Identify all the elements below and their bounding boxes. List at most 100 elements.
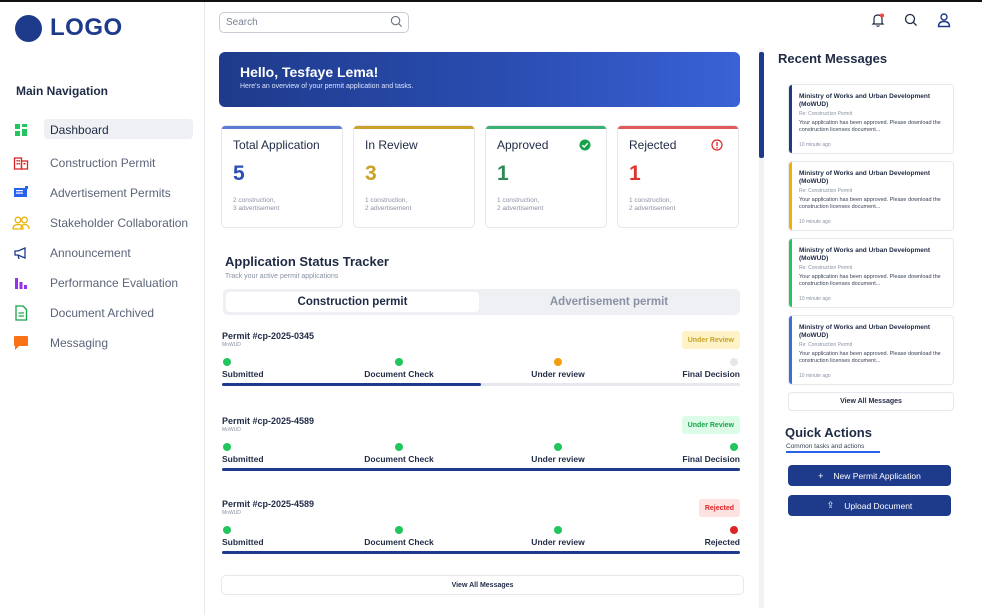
stat-card-title: Approved <box>497 138 549 152</box>
step-label: Final Decision <box>682 369 740 379</box>
message-time: 10 minute ago <box>799 296 831 302</box>
sidebar-item-performance-evaluation[interactable]: Performance Evaluation <box>12 273 194 293</box>
stat-card-value: 1 <box>629 162 641 185</box>
message-time: 10 minute ago <box>799 219 831 225</box>
stat-card-breakdown-line-1: 1 construction, <box>365 197 408 204</box>
message-accent <box>789 85 792 153</box>
quick-actions-subtitle: Common tasks and actions <box>786 443 865 450</box>
sidebar-item-label: Dashboard <box>50 123 109 137</box>
stat-card-breakdown-line-1: 1 construction, <box>629 197 672 204</box>
document-icon <box>12 304 30 322</box>
step-dot <box>395 443 403 451</box>
search-input[interactable]: Search <box>219 12 409 33</box>
step-dot <box>730 443 738 451</box>
upload-document-button[interactable]: ⇪ Upload Document <box>788 495 951 516</box>
stat-card-value: 5 <box>233 162 245 185</box>
step-label: Final Decision <box>682 454 740 464</box>
message-sender: Ministry of Works and Urban Development … <box>799 93 930 108</box>
user-icon[interactable] <box>936 12 952 28</box>
scrollbar-thumb[interactable] <box>759 52 764 158</box>
tracker-subtitle: Track your active permit applications <box>225 273 339 280</box>
recent-messages-title: Recent Messages <box>778 51 888 66</box>
search-icon[interactable] <box>390 15 403 33</box>
progress-fill <box>222 551 740 554</box>
message-card[interactable]: Ministry of Works and Urban Development … <box>788 315 954 385</box>
step-label: Under review <box>531 369 585 379</box>
stat-card-breakdown-line-2: 2 advertisement <box>497 205 544 212</box>
quick-actions-underline <box>786 451 880 453</box>
step-dot <box>223 358 231 366</box>
new-permit-application-label: New Permit Application <box>833 470 921 481</box>
step-label: Document Check <box>364 454 434 464</box>
building-icon <box>12 154 30 172</box>
stat-card-breakdown: 1 construction, 2 advertisement <box>365 197 465 213</box>
progress-fill <box>222 383 481 386</box>
step-label: Under review <box>531 454 585 464</box>
stat-card-title: Total Application <box>233 138 320 152</box>
nav-title: Main Navigation <box>16 84 109 98</box>
stat-card-total-application[interactable]: Total Application 5 2 construction, 3 adv… <box>221 125 343 228</box>
tab-advertisement-permit[interactable]: Advertisement permit <box>481 292 737 312</box>
step-label: Submitted <box>222 454 264 464</box>
tab-construction-permit[interactable]: Construction permit <box>226 292 479 312</box>
megaphone-icon <box>12 244 30 262</box>
stat-card-value: 1 <box>497 162 509 185</box>
sidebar-item-document-archived[interactable]: Document Archived <box>12 303 194 323</box>
stat-card-in-review[interactable]: In Review 3 1 construction, 2 advertiseme… <box>353 125 475 228</box>
stat-card-title: Rejected <box>629 138 677 152</box>
check-circle-icon <box>579 138 591 156</box>
step-dot <box>223 526 231 534</box>
step-dot <box>395 526 403 534</box>
stat-card-breakdown: 2 construction, 3 advertisement <box>233 197 333 213</box>
header-search-icon[interactable] <box>903 12 919 28</box>
message-body: Your application has been approved. Plea… <box>799 274 941 287</box>
permit-id: Permit #cp-2025-4589 <box>222 499 315 509</box>
permit-tracker-row[interactable]: Permit #cp-2025-4589 MoWUD Under Review S… <box>222 416 740 478</box>
message-body: Your application has been approved. Plea… <box>799 197 941 210</box>
message-card[interactable]: Ministry of Works and Urban Development … <box>788 161 954 231</box>
sidebar-item-announcement[interactable]: Announcement <box>12 243 194 263</box>
sidebar-item-label: Construction Permit <box>50 156 156 170</box>
sidebar-item-construction-permit[interactable]: Construction Permit <box>12 153 194 173</box>
stat-card-breakdown-line-1: 2 construction, <box>233 197 276 204</box>
users-icon <box>12 214 30 232</box>
sidebar-item-stakeholder-collaboration[interactable]: Stakeholder Collaboration <box>12 213 194 233</box>
progress-track <box>222 468 740 471</box>
view-all-applications-button[interactable]: View All Messages <box>221 575 744 595</box>
message-subject: Re: Construction Permit <box>799 111 853 117</box>
sidebar-item-messaging[interactable]: Messaging <box>12 333 194 353</box>
permit-tracker-row[interactable]: Permit #cp-2025-0345 MoWUD Under Review S… <box>222 331 740 393</box>
step-dot <box>554 526 562 534</box>
new-permit-application-button[interactable]: + New Permit Application <box>788 465 951 486</box>
message-card[interactable]: Ministry of Works and Urban Development … <box>788 84 954 154</box>
step-label: Under review <box>531 537 585 547</box>
step-label: Document Check <box>364 537 434 547</box>
logo[interactable]: LOGO <box>15 14 123 42</box>
bell-icon[interactable] <box>870 12 886 28</box>
sidebar-item-advertisement-permits[interactable]: Advertisement Permits <box>12 183 194 203</box>
permit-type-tabs: Construction permit Advertisement permit <box>223 289 740 315</box>
status-badge: Under Review <box>681 331 740 349</box>
step-dot <box>730 526 738 534</box>
progress-track <box>222 383 740 386</box>
stat-card-breakdown-line-2: 2 advertisement <box>365 205 412 212</box>
stat-card-approved[interactable]: Approved 1 1 construction, 2 advertisemen… <box>485 125 607 228</box>
view-all-messages-button[interactable]: View All Messages <box>788 392 954 411</box>
step-dot <box>730 358 738 366</box>
stat-card-rejected[interactable]: Rejected 1 1 construction, 2 advertisemen… <box>617 125 739 228</box>
stat-card-breakdown: 1 construction, 2 advertisement <box>497 197 597 213</box>
message-accent <box>789 162 792 230</box>
permit-id: Permit #cp-2025-4589 <box>222 416 315 426</box>
message-subject: Re: Construction Permit <box>799 188 853 194</box>
logo-mark <box>15 14 42 42</box>
welcome-subtitle: Here's an overview of your permit applic… <box>240 83 414 90</box>
billboard-icon <box>12 184 30 202</box>
chat-icon <box>12 334 30 352</box>
status-badge: Under Review <box>681 416 740 434</box>
step-label: Document Check <box>364 369 434 379</box>
sidebar-item-dashboard[interactable]: Dashboard <box>12 120 194 140</box>
sidebar-item-label: Announcement <box>50 246 131 260</box>
message-card[interactable]: Ministry of Works and Urban Development … <box>788 238 954 308</box>
permit-tracker-row[interactable]: Permit #cp-2025-4589 MoWUD Rejected Submi… <box>222 499 740 561</box>
step-dot <box>223 443 231 451</box>
